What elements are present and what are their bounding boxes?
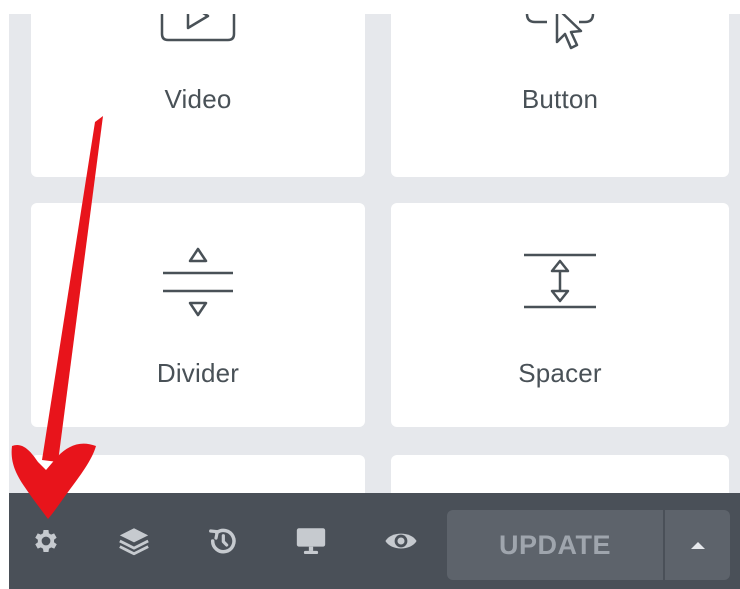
widget-video-label: Video — [164, 84, 232, 114]
history-icon — [209, 528, 236, 554]
video-icon — [160, 14, 236, 42]
navigator-button[interactable] — [106, 493, 162, 589]
update-options-button[interactable] — [665, 510, 730, 580]
eye-icon — [385, 533, 417, 549]
widget-divider-label: Divider — [156, 358, 240, 388]
button-icon — [525, 14, 595, 50]
responsive-mode-button[interactable] — [283, 493, 339, 589]
divider-icon — [163, 247, 233, 317]
widget-divider[interactable]: Divider — [31, 203, 365, 427]
settings-button[interactable] — [18, 493, 74, 589]
widget-spacer[interactable]: Spacer — [391, 203, 729, 427]
update-button[interactable]: UPDATE — [447, 510, 663, 580]
widget-spacer-label: Spacer — [518, 358, 602, 388]
bottom-toolbar: UPDATE — [9, 493, 740, 589]
layers-icon — [119, 528, 149, 556]
widget-video[interactable]: Video — [31, 14, 365, 177]
caret-up-icon — [690, 542, 705, 549]
spacer-icon — [524, 253, 596, 309]
preview-button[interactable] — [373, 493, 429, 589]
monitor-icon — [296, 528, 326, 555]
widget-button[interactable]: Button — [391, 14, 729, 177]
gear-icon — [35, 530, 57, 552]
widget-button-label: Button — [521, 84, 599, 114]
history-button[interactable] — [194, 493, 250, 589]
